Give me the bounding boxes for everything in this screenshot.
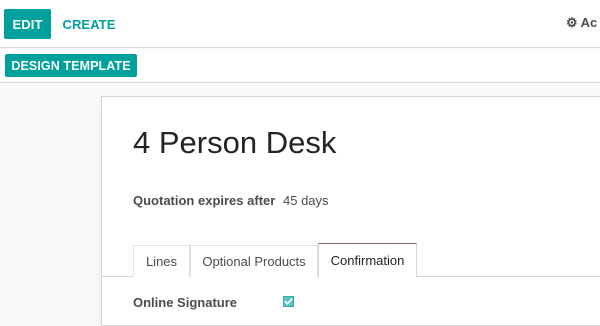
online-signature-checkbox[interactable]	[283, 296, 294, 307]
form-statusbar: DESIGN TEMPLATE	[0, 49, 600, 83]
record-title: 4 Person Desk	[133, 125, 337, 160]
design-template-button[interactable]: DESIGN TEMPLATE	[5, 54, 137, 77]
edit-button[interactable]: EDIT	[4, 9, 51, 39]
quotation-expires-value: 45 days	[283, 193, 329, 208]
quotation-expires-label: Quotation expires after	[133, 193, 276, 208]
tab-lines[interactable]: Lines	[133, 245, 190, 277]
online-signature-label: Online Signature	[133, 295, 238, 310]
create-button[interactable]: CREATE	[60, 9, 118, 39]
action-menu[interactable]: ⚙ Ac	[566, 15, 597, 30]
tab-optional-products[interactable]: Optional Products	[190, 245, 318, 277]
tab-confirmation[interactable]: Confirmation	[318, 243, 417, 278]
gear-icon: ⚙	[566, 15, 578, 30]
notebook-tabs: Lines Optional Products Confirmation	[102, 243, 600, 278]
check-icon	[284, 298, 293, 305]
control-panel: EDIT CREATE ⚙ Ac	[0, 0, 600, 48]
action-label: Ac	[580, 15, 598, 30]
form-sheet: 4 Person Desk Quotation expires after 45…	[101, 96, 600, 326]
